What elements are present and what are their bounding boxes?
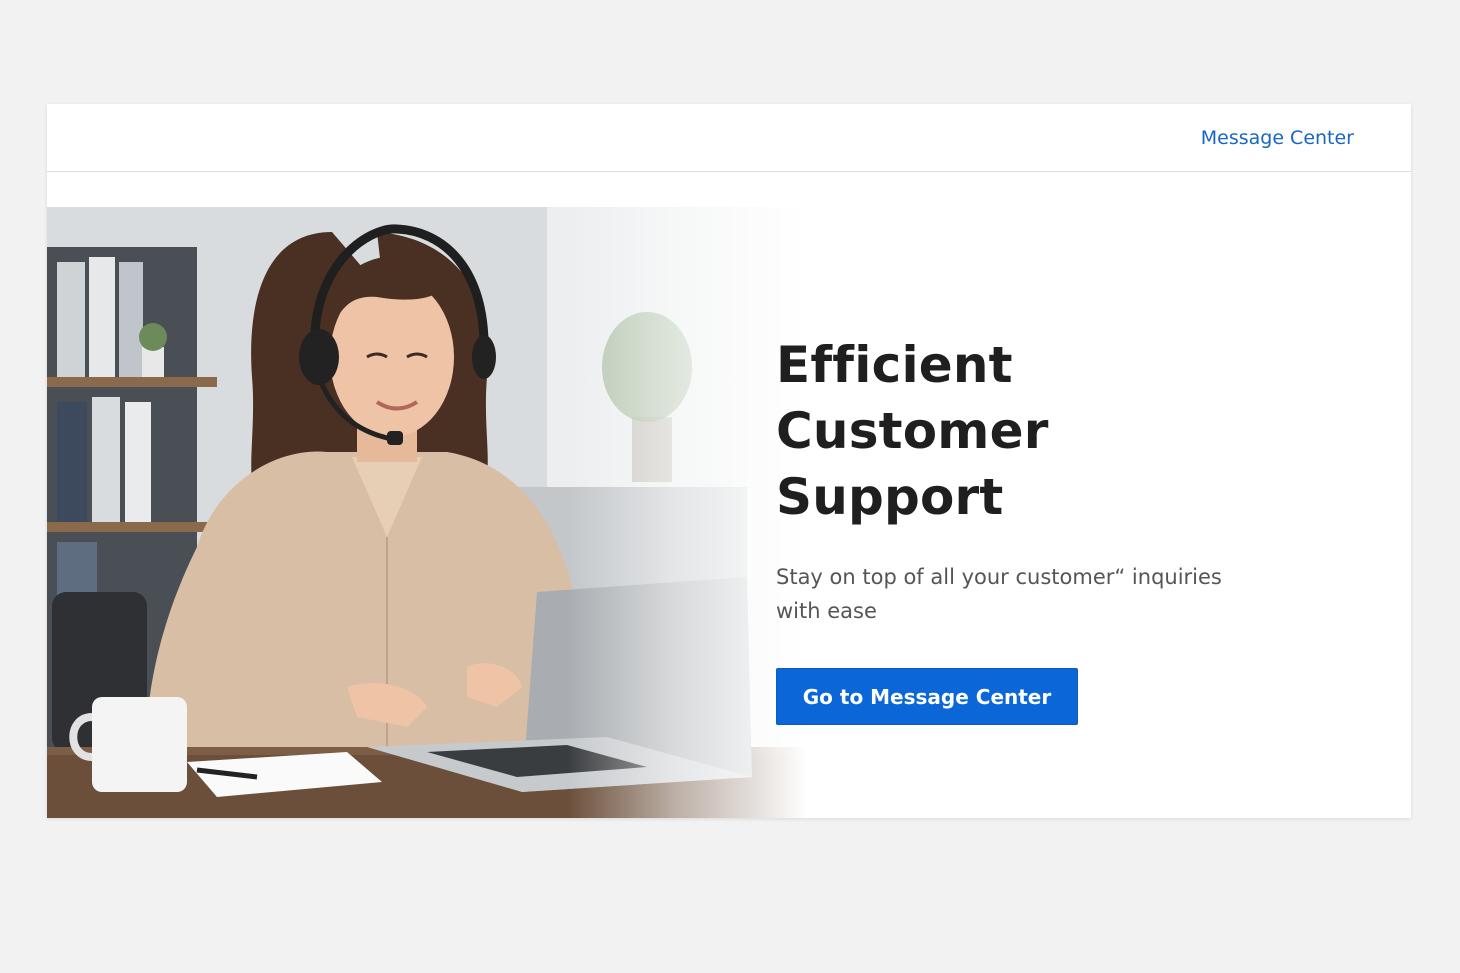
image-fade-overlay <box>567 207 807 818</box>
go-to-message-center-button[interactable]: Go to Message Center <box>776 668 1078 725</box>
top-navigation-bar: Message Center <box>47 104 1411 172</box>
hero-text-block: Efficient Customer Support Stay on top o… <box>776 332 1276 725</box>
hero-title: Efficient Customer Support <box>776 336 1049 526</box>
hero-image <box>47 207 807 818</box>
landing-card: Message Center Efficient Customer Suppor… <box>47 104 1411 818</box>
hero-subtitle: Stay on top of all your customer“ inquir… <box>776 565 1222 623</box>
message-center-nav-link[interactable]: Message Center <box>1201 127 1354 149</box>
